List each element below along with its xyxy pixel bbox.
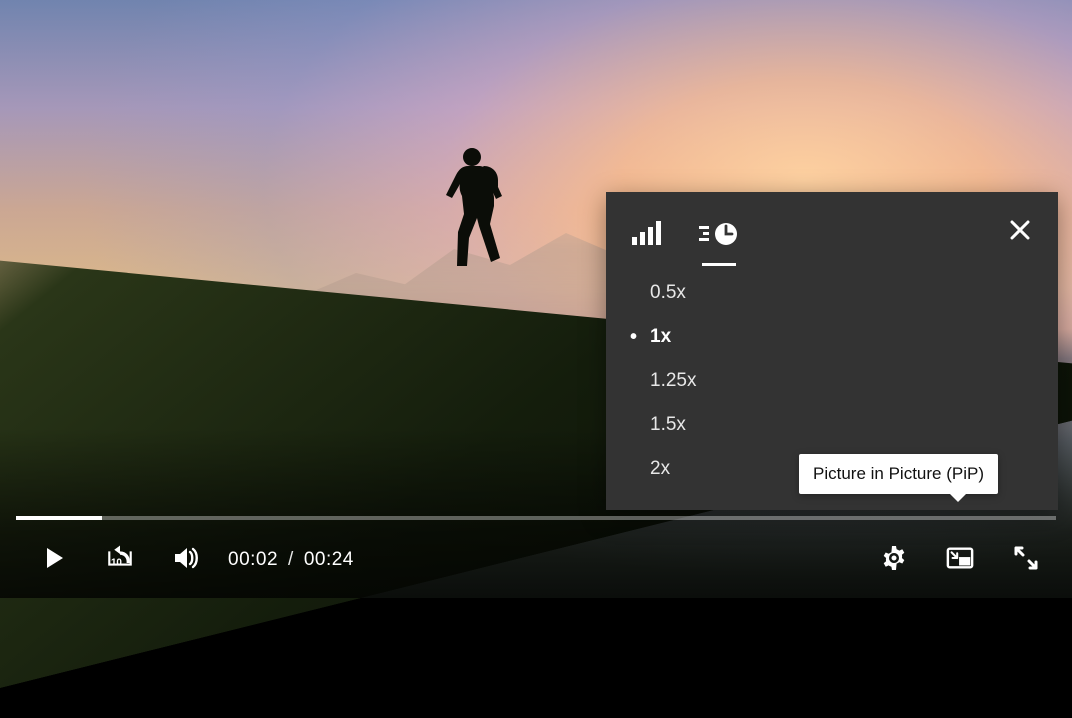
tab-quality[interactable] bbox=[628, 216, 666, 256]
volume-button[interactable] bbox=[168, 542, 204, 578]
speed-option-1x[interactable]: 1x bbox=[634, 324, 1036, 350]
speed-option-label: 2x bbox=[650, 458, 670, 480]
close-icon bbox=[1008, 229, 1032, 246]
time-display: 00:02 / 00:24 bbox=[228, 549, 354, 571]
tab-speed[interactable] bbox=[700, 216, 738, 256]
pip-icon bbox=[946, 544, 974, 577]
speed-clock-icon bbox=[699, 221, 739, 252]
svg-text:10: 10 bbox=[111, 557, 122, 568]
fullscreen-icon bbox=[1012, 544, 1040, 577]
pip-button[interactable] bbox=[942, 542, 978, 578]
time-separator: / bbox=[288, 549, 294, 571]
rewind-10-button[interactable]: 10 bbox=[102, 542, 138, 578]
background-hiker bbox=[438, 142, 508, 282]
quality-bars-icon bbox=[632, 221, 662, 252]
close-settings-button[interactable] bbox=[1008, 218, 1032, 247]
speed-option-label: 1.5x bbox=[650, 414, 686, 436]
speed-option-1-25x[interactable]: 1.25x bbox=[634, 368, 1036, 394]
volume-icon bbox=[172, 544, 200, 577]
play-icon bbox=[40, 544, 68, 577]
play-button[interactable] bbox=[36, 542, 72, 578]
speed-options-list: 0.5x 1x 1.25x 1.5x 2x bbox=[628, 280, 1036, 482]
rewind-10-icon: 10 bbox=[106, 544, 134, 577]
speed-option-0-5x[interactable]: 0.5x bbox=[634, 280, 1036, 306]
duration: 00:24 bbox=[304, 549, 354, 571]
gear-icon bbox=[880, 544, 908, 577]
pip-tooltip: Picture in Picture (PiP) bbox=[799, 454, 998, 494]
progress-fill bbox=[16, 516, 102, 520]
speed-option-label: 1.25x bbox=[650, 370, 696, 392]
speed-option-label: 0.5x bbox=[650, 282, 686, 304]
settings-button[interactable] bbox=[876, 542, 912, 578]
speed-option-1-5x[interactable]: 1.5x bbox=[634, 412, 1036, 438]
progress-bar[interactable] bbox=[16, 516, 1056, 520]
tooltip-text: Picture in Picture (PiP) bbox=[813, 464, 984, 483]
speed-option-label: 1x bbox=[650, 326, 671, 348]
settings-tabs bbox=[628, 216, 1036, 256]
current-time: 00:02 bbox=[228, 549, 278, 571]
fullscreen-button[interactable] bbox=[1008, 542, 1044, 578]
controls-bar: 10 00:02 / 00:24 bbox=[0, 522, 1072, 598]
